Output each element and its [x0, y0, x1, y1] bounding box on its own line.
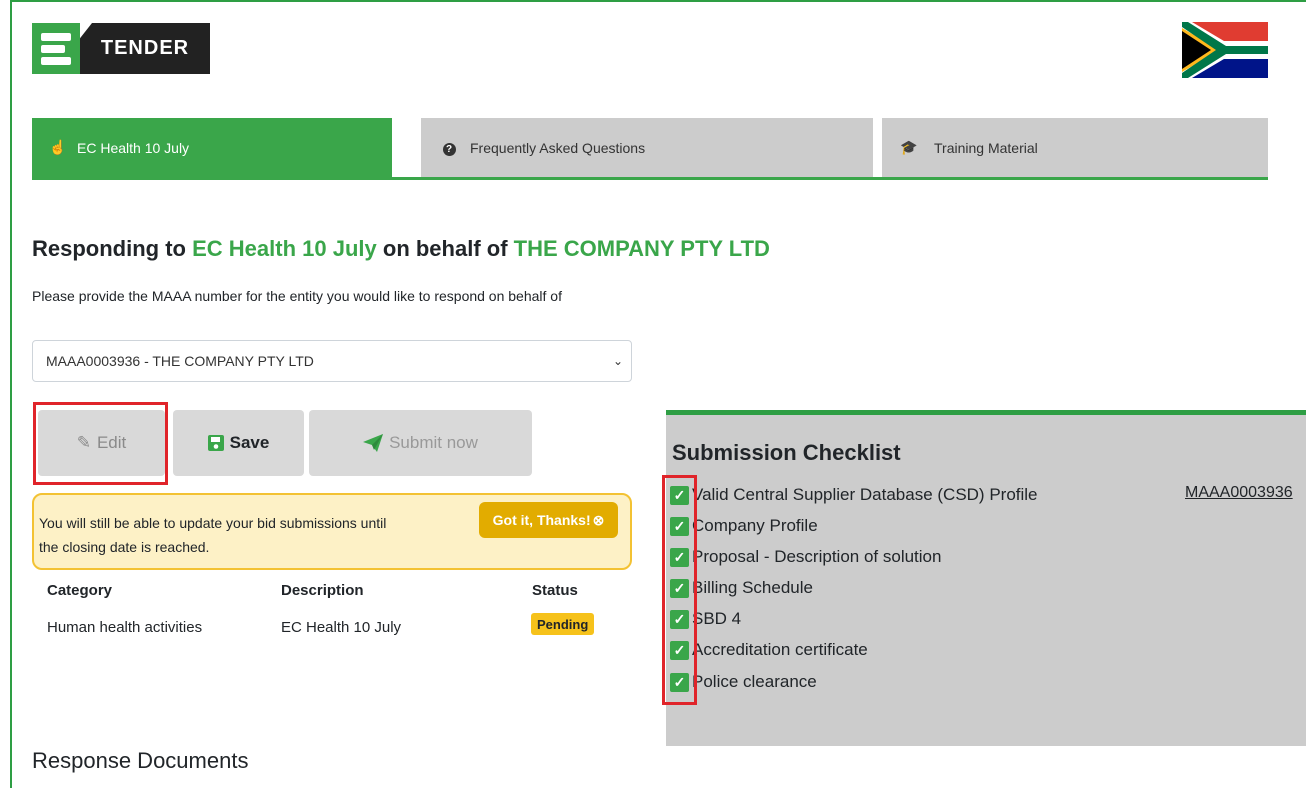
checkbox-highlight-box: [662, 475, 697, 705]
checklist-item-label: Billing Schedule: [692, 578, 813, 597]
entity-select[interactable]: MAAA0003936 - THE COMPANY PTY LTD ⌄: [32, 340, 632, 382]
save-button[interactable]: Save: [173, 410, 304, 476]
got-it-label: Got it, Thanks!: [492, 512, 591, 528]
tab-training-label: Training Material: [934, 139, 1038, 156]
logo-text: TENDER: [80, 23, 210, 74]
logo-e-mark: [32, 23, 80, 74]
csd-profile-link[interactable]: MAAA0003936: [1185, 484, 1293, 502]
checklist-item: ✓ Accreditation certificate: [670, 638, 868, 662]
tab-tender[interactable]: ☝ EC Health 10 July: [32, 118, 392, 177]
save-label: Save: [229, 433, 270, 452]
checklist-item: ✓ Proposal - Description of solution: [670, 545, 941, 569]
status-badge: Pending: [531, 613, 595, 635]
etender-logo[interactable]: TENDER: [32, 23, 210, 74]
tab-training[interactable]: 🎓 Training Material: [882, 118, 1268, 177]
graduation-cap-icon: 🎓: [900, 139, 918, 155]
cell-category: Human health activities: [47, 619, 203, 636]
close-circle-icon: ⊗: [592, 511, 605, 528]
checklist-item-label: Company Profile: [692, 516, 818, 535]
page-frame-top: [10, 0, 1306, 2]
col-header-category: Category: [47, 582, 113, 599]
hand-pointer-icon: ☝: [49, 139, 67, 155]
question-circle-icon: ?: [442, 139, 456, 156]
checklist-item-label: Proposal - Description of solution: [692, 547, 942, 566]
title-prefix: Responding to: [32, 236, 186, 261]
submit-label: Submit now: [389, 433, 478, 452]
title-company: THE COMPANY PTY LTD: [513, 236, 770, 261]
info-alert: You will still be able to update your bi…: [32, 493, 632, 570]
col-header-status: Status: [532, 582, 578, 599]
page-frame-left: [10, 0, 12, 788]
response-documents-heading: Response Documents: [32, 748, 249, 773]
entity-instruction: Please provide the MAAA number for the e…: [32, 288, 562, 304]
page-title: Responding to EC Health 10 July on behal…: [32, 236, 770, 262]
col-header-description: Description: [281, 582, 364, 599]
title-middle: on behalf of: [382, 236, 508, 261]
tabs-underline: [32, 177, 1268, 180]
checklist-title: Submission Checklist: [672, 440, 901, 465]
title-tender: EC Health 10 July: [192, 236, 377, 261]
paper-plane-icon: [363, 434, 384, 452]
got-it-button[interactable]: Got it, Thanks! ⊗: [479, 502, 618, 538]
cell-description: EC Health 10 July: [281, 619, 402, 636]
entity-select-value: MAAA0003936 - THE COMPANY PTY LTD: [46, 353, 314, 369]
checklist-item-label: SBD 4: [692, 609, 742, 628]
edit-highlight-box: [33, 402, 168, 485]
floppy-disk-icon: [207, 435, 224, 451]
chevron-down-icon: ⌄: [612, 354, 623, 368]
south-africa-flag-icon: [1182, 22, 1268, 78]
tab-faq-label: Frequently Asked Questions: [470, 139, 646, 156]
checklist-item-label: Valid Central Supplier Database (CSD) Pr…: [692, 485, 1038, 504]
checklist-item: ✓ Valid Central Supplier Database (CSD) …: [670, 483, 1038, 507]
checklist-item-label: Police clearance: [692, 672, 817, 691]
tab-tender-label: EC Health 10 July: [77, 139, 190, 156]
checklist-item-label: Accreditation certificate: [692, 640, 868, 659]
alert-text: You will still be able to update your bi…: [39, 515, 387, 555]
tab-faq[interactable]: ? Frequently Asked Questions: [421, 118, 873, 177]
submit-now-button[interactable]: Submit now: [309, 410, 532, 476]
